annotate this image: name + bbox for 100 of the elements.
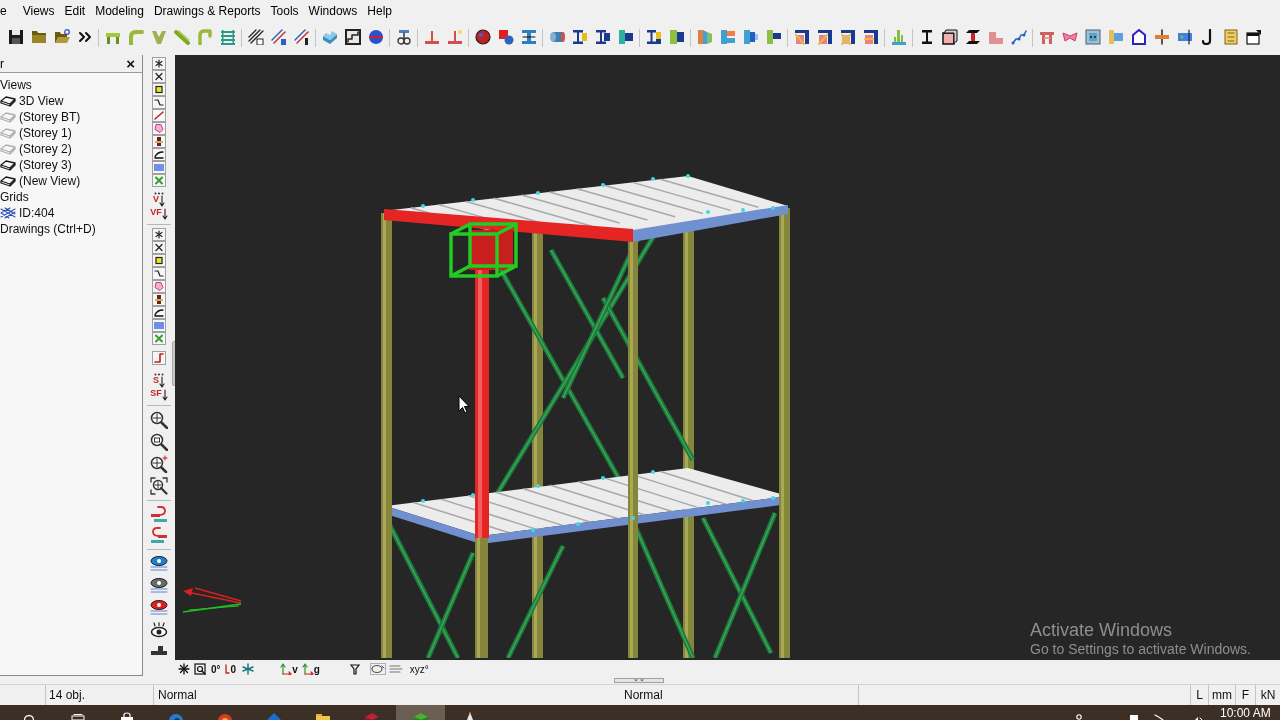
magnifier-plus-icon[interactable] [150, 455, 168, 473]
frame-joint-icon[interactable] [839, 29, 856, 45]
axes-arrows-icon[interactable] [280, 663, 293, 675]
filter-button[interactable]: VF [150, 208, 168, 221]
house-outline-icon[interactable] [1130, 29, 1147, 45]
cross-icon[interactable] [152, 70, 166, 83]
menu-item[interactable]: Drawings & Reports [148, 0, 266, 22]
linked-rings-icon[interactable] [395, 29, 412, 45]
hatched-square-icon[interactable] [247, 29, 264, 45]
i-section-icon[interactable] [520, 29, 537, 45]
tree-item[interactable]: (Storey 2) [19, 141, 72, 157]
stamp-icon[interactable] [152, 135, 166, 148]
shapes-icon[interactable] [497, 29, 514, 45]
close-button[interactable]: × [124, 56, 137, 71]
double-chevron-icon[interactable] [76, 29, 93, 45]
bars-on-plate-icon[interactable] [890, 29, 907, 45]
tree-group[interactable]: Drawings (Ctrl+D) [0, 221, 96, 237]
table-frame-icon[interactable] [1038, 29, 1055, 45]
frame-joint-icon[interactable] [816, 29, 833, 45]
inverted-tee-icon[interactable] [150, 645, 168, 655]
magnifier-crosshair-icon[interactable] [150, 411, 168, 429]
eye-icon[interactable] [150, 578, 168, 594]
pentagon-icon[interactable] [152, 280, 166, 293]
tree-item[interactable]: ID:404 [19, 205, 55, 221]
step-line-icon[interactable] [152, 351, 166, 365]
window-icon[interactable] [1245, 29, 1262, 45]
column-icon[interactable] [765, 29, 782, 45]
i-beam-icon[interactable] [571, 29, 588, 45]
filter-button[interactable]: S [153, 376, 165, 389]
magnifier-icon[interactable] [194, 663, 206, 675]
box-plate-icon[interactable] [1084, 29, 1101, 45]
open-folder-icon[interactable] [53, 29, 70, 45]
tree-item[interactable]: (Storey 3) [19, 157, 72, 173]
tree-item[interactable]: (New View) [19, 173, 81, 189]
model-viewport[interactable] [175, 55, 1280, 660]
axes-arrows-icon[interactable] [301, 663, 314, 675]
stacked-lines-icon[interactable] [219, 29, 236, 45]
tee-icon[interactable] [423, 29, 440, 45]
tree-item[interactable]: 3D View [19, 93, 64, 109]
curve-line-icon[interactable] [152, 306, 166, 319]
i-beam-icon[interactable] [645, 29, 662, 45]
eye-icon[interactable] [150, 622, 168, 638]
menu-item[interactable]: e [0, 0, 12, 22]
asterisk-icon[interactable] [152, 57, 166, 70]
framed-square-icon[interactable] [344, 29, 361, 45]
curve-line-icon[interactable] [152, 148, 166, 161]
filter-button[interactable]: SF [150, 389, 168, 402]
menu-item[interactable]: Edit [59, 0, 91, 22]
stamp-icon[interactable] [152, 293, 166, 306]
disc-icon[interactable] [367, 29, 384, 45]
menu-item[interactable]: Help [362, 0, 397, 22]
i-beam-3d-icon[interactable] [964, 29, 981, 45]
eye-icon[interactable] [150, 600, 168, 616]
menu-item[interactable]: Modeling [90, 0, 149, 22]
tree-group[interactable]: Grids [0, 189, 29, 205]
plate-icon[interactable] [1176, 29, 1193, 45]
column-icon[interactable] [617, 29, 634, 45]
tree-item[interactable]: (Storey 1) [19, 125, 72, 141]
coordinate-mode[interactable]: xyz° [409, 663, 429, 675]
diagonal-line-icon[interactable] [152, 109, 166, 122]
step-line-icon[interactable] [1010, 29, 1027, 45]
magnifier-icon[interactable] [150, 433, 168, 451]
funnel-icon[interactable] [349, 663, 360, 675]
menu-item[interactable]: Windows [303, 0, 363, 22]
frame-magnifier-icon[interactable] [150, 477, 168, 495]
frame-joint-icon[interactable] [793, 29, 810, 45]
folded-plate-icon[interactable] [321, 29, 338, 45]
curve-bar-icon[interactable] [150, 506, 168, 523]
zigzag-icon[interactable] [152, 96, 166, 109]
square-icon[interactable] [1130, 714, 1138, 720]
sphere-icon[interactable] [474, 29, 491, 45]
tree-group[interactable]: Views [0, 77, 32, 93]
box-section-icon[interactable] [941, 29, 958, 45]
bow-tie-icon[interactable] [1061, 29, 1078, 45]
diagonal-lines-icon[interactable] [293, 29, 310, 45]
search-icon[interactable] [22, 713, 35, 720]
cylinder-icon[interactable] [548, 29, 565, 45]
snowflake-icon[interactable] [242, 663, 255, 675]
menu-item[interactable]: Tools [265, 0, 304, 22]
frame-joint-icon[interactable] [862, 29, 879, 45]
pentagon-icon[interactable] [152, 122, 166, 135]
curve-bar-icon[interactable] [150, 527, 168, 544]
menu-item[interactable]: Views [17, 0, 60, 22]
zigzag-icon[interactable] [152, 267, 166, 280]
asterisk-icon[interactable] [152, 228, 166, 241]
folder-icon[interactable] [30, 29, 47, 45]
cross-bar-icon[interactable] [1153, 29, 1170, 45]
asterisk-icon[interactable] [178, 663, 190, 675]
i-beam-icon[interactable] [594, 29, 611, 45]
splitter-handle-icon[interactable] [614, 678, 664, 683]
ring-icon[interactable] [1074, 714, 1084, 720]
eye-ring-icon[interactable] [369, 663, 386, 675]
cross-icon[interactable] [152, 241, 166, 254]
column-icon[interactable] [668, 29, 685, 45]
square-icon[interactable] [152, 83, 166, 96]
filter-button[interactable]: V [153, 195, 165, 208]
column-icon[interactable] [742, 29, 759, 45]
tree-item[interactable]: (Storey BT) [19, 109, 81, 125]
task-view-icon[interactable] [70, 714, 85, 720]
tee-icon[interactable] [446, 29, 463, 45]
